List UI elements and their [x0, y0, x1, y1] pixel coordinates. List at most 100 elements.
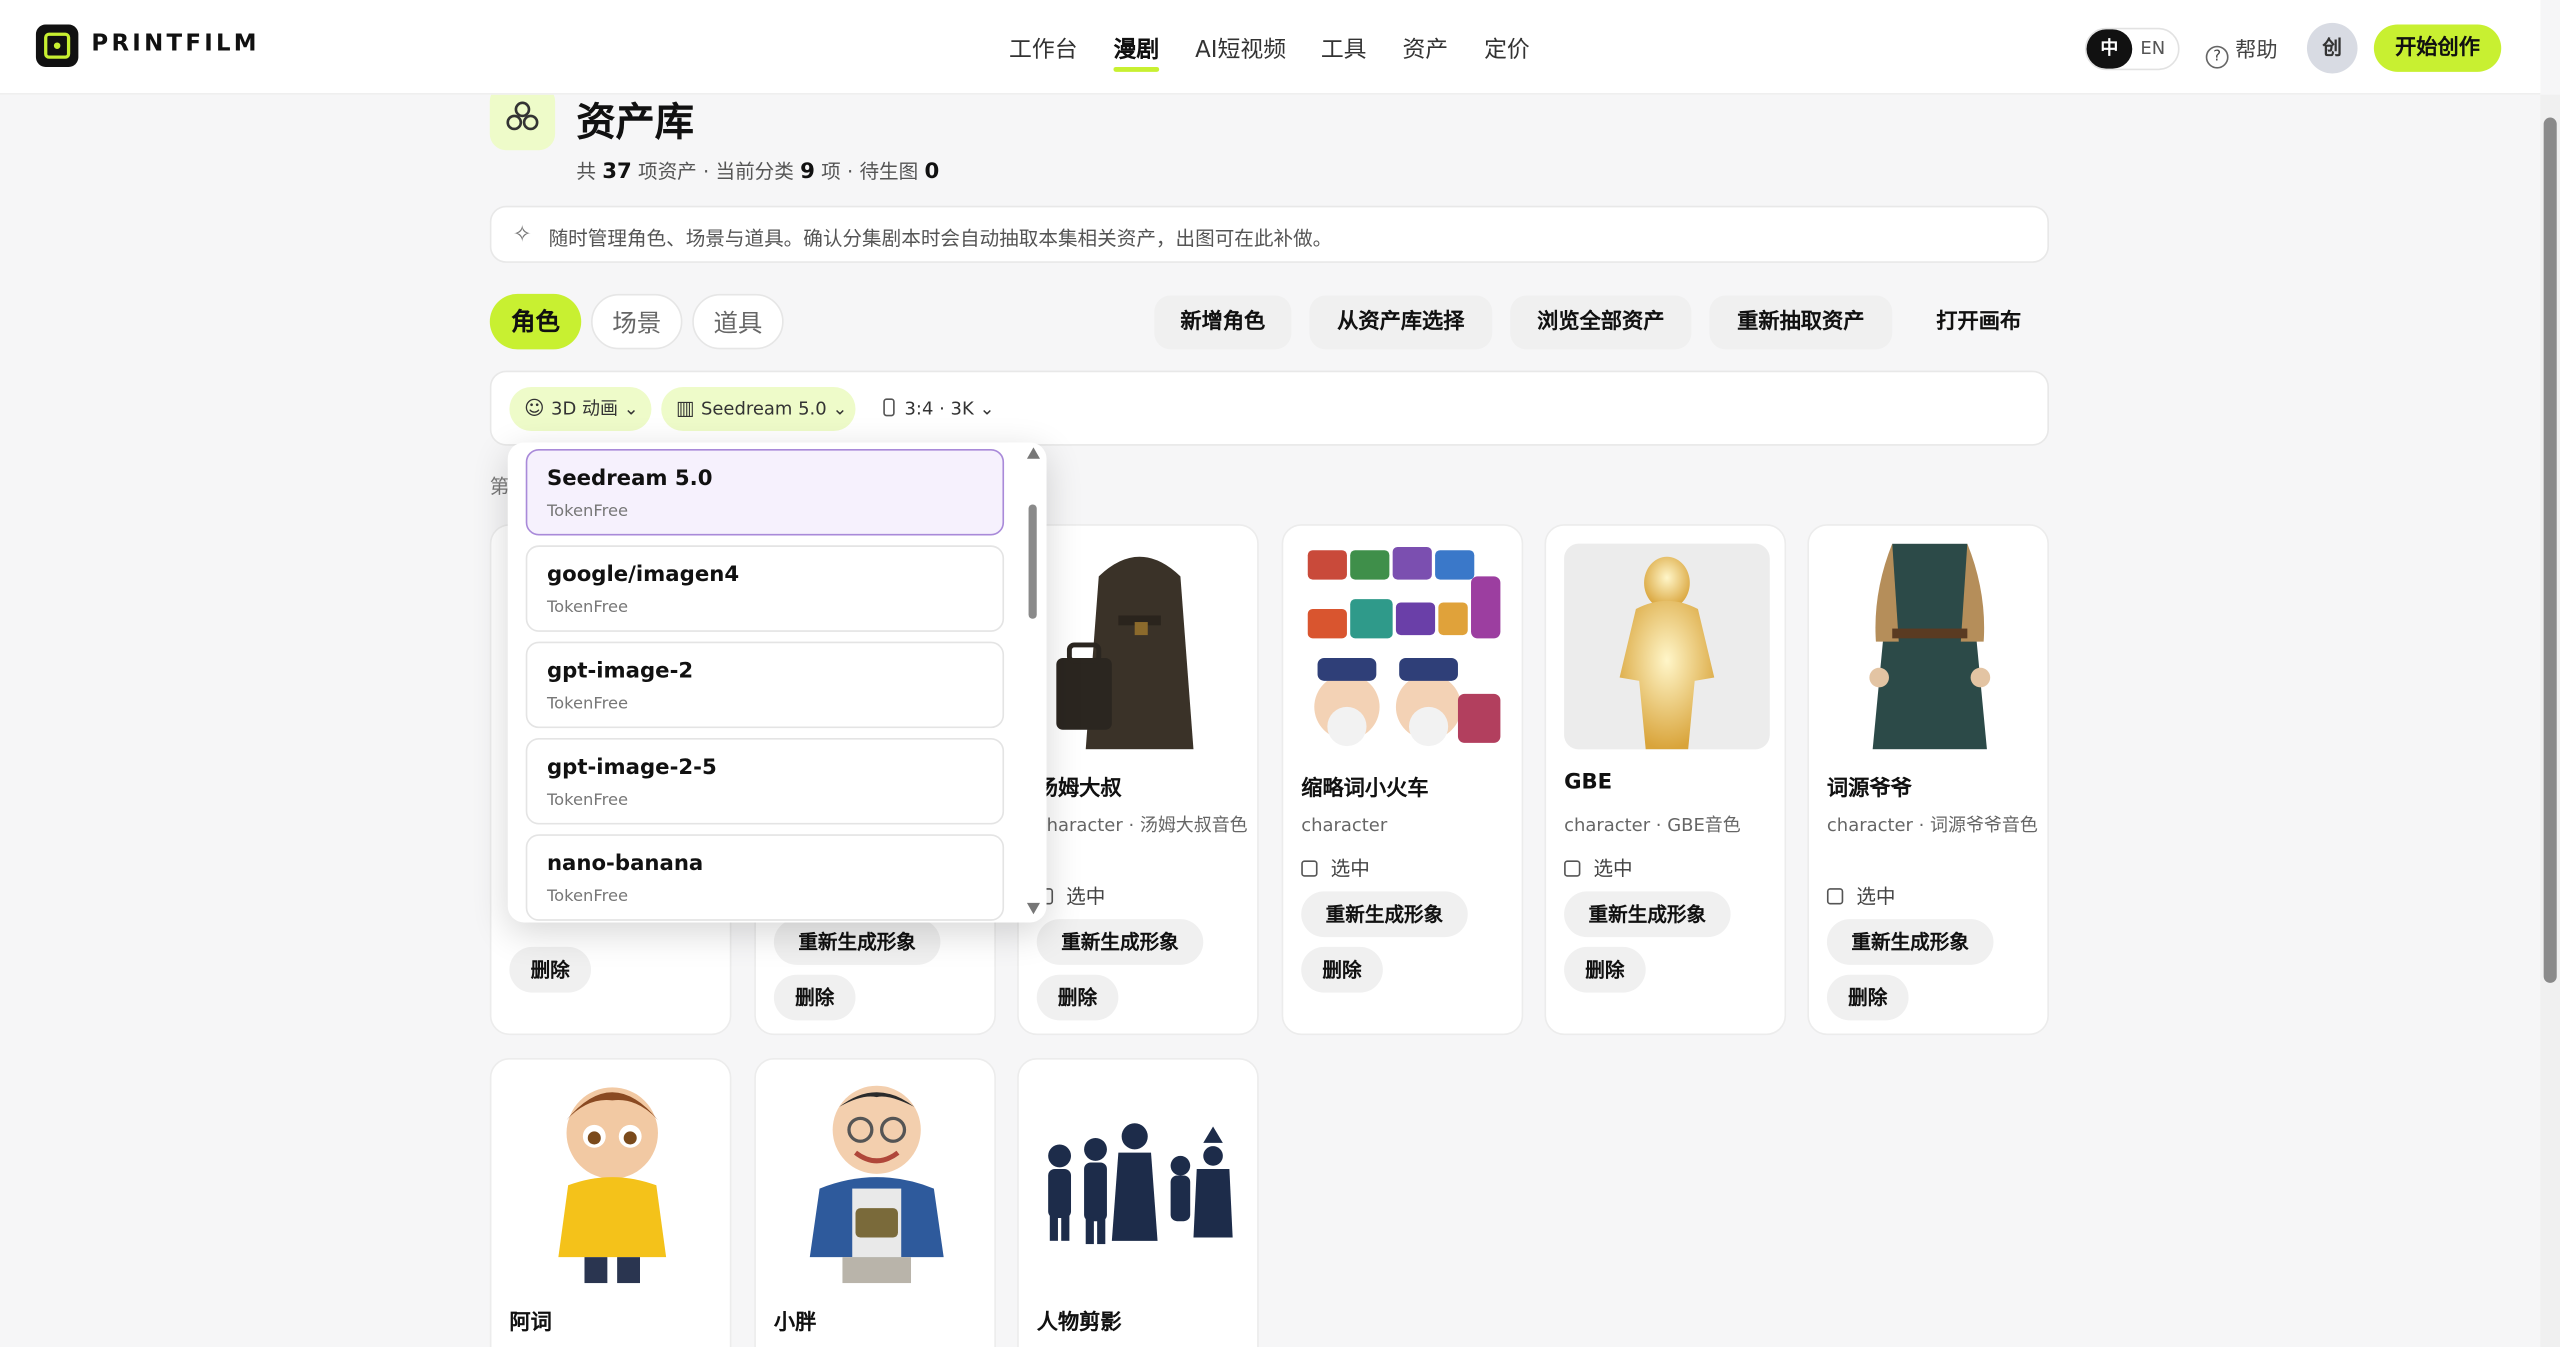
regenerate-button[interactable]: 重新生成形象 [1036, 919, 1204, 965]
tab-characters[interactable]: 角色 [489, 293, 582, 350]
style-value: 3D 动画 [551, 398, 618, 420]
model-option-gpt-image-2-5[interactable]: gpt-image-2-5 TokenFree [525, 737, 1005, 825]
asset-card[interactable]: 缩略词小火车 character 选中 重新生成形象 删除 [1281, 524, 1524, 1036]
model-dropdown-menu: Seedream 5.0 TokenFree google/imagen4 To… [507, 442, 1047, 923]
asset-meta: character [1301, 814, 1388, 836]
select-label: 选中 [1066, 884, 1106, 908]
scroll-down-arrow-icon[interactable] [1026, 902, 1040, 915]
option-name: google/imagen4 [546, 563, 740, 588]
nav-workbench[interactable]: 工作台 [1009, 33, 1078, 66]
select-checkbox[interactable]: 选中 [1301, 854, 1370, 882]
asset-name: 阿词 [509, 1311, 552, 1336]
asset-name: 词源爷爷 [1826, 777, 1912, 802]
option-provider: TokenFree [546, 791, 629, 810]
re-extract-assets-button[interactable]: 重新抽取资产 [1709, 295, 1893, 350]
nav-comic-drama[interactable]: 漫剧 [1113, 33, 1159, 66]
model-value: Seedream 5.0 [700, 398, 827, 420]
smile-icon: ☺ [524, 396, 545, 420]
asset-image [1036, 1077, 1243, 1284]
delete-button[interactable]: 删除 [509, 946, 592, 993]
logo-icon[interactable] [35, 24, 79, 67]
option-provider: TokenFree [546, 502, 629, 521]
page-title: 资产库 [576, 99, 694, 146]
asset-name: 缩略词小火车 [1301, 777, 1429, 802]
dropdown-scrollbar-thumb[interactable] [1028, 504, 1037, 619]
select-checkbox[interactable]: 选中 [1826, 882, 1896, 910]
delete-button[interactable]: 删除 [1564, 946, 1646, 993]
asset-image [1301, 543, 1507, 750]
tab-props[interactable]: 道具 [692, 293, 784, 350]
info-notice: ✧ 随时管理角色、场景与道具。确认分集剧本时会自动抽取本集相关资产，出图可在此补… [489, 205, 2049, 263]
asset-card[interactable]: GBE character · GBE音色 选中 重新生成形象 删除 [1544, 524, 1787, 1036]
stats-text: 当前分类 [715, 159, 794, 183]
page-scrollbar-thumb[interactable] [2543, 117, 2557, 983]
user-avatar[interactable]: 创 [2306, 22, 2358, 74]
add-character-button[interactable]: 新增角色 [1154, 295, 1292, 350]
browse-all-assets-button[interactable]: 浏览全部资产 [1510, 295, 1692, 350]
brand-name[interactable]: PRINTFILM [91, 31, 259, 57]
style-dropdown[interactable]: ☺ 3D 动画 ⌄ [509, 386, 652, 432]
regenerate-button[interactable]: 重新生成形象 [1301, 891, 1468, 938]
lang-zh-button[interactable]: 中 [2086, 29, 2133, 69]
model-option-seedream[interactable]: Seedream 5.0 TokenFree [525, 448, 1005, 536]
asset-card[interactable]: 小胖 [754, 1057, 996, 1347]
asset-card[interactable]: 词源爷爷 character · 词源爷爷音色 选中 重新生成形象 删除 [1807, 524, 2049, 1036]
asset-card[interactable]: 汤姆大叔 character · 汤姆大叔音色 选中 重新生成形象 删除 [1017, 524, 1259, 1036]
start-create-button[interactable]: 开始创作 [2373, 24, 2502, 72]
option-name: Seedream 5.0 [546, 466, 713, 492]
aspect-ratio-icon [883, 398, 895, 417]
model-option-gpt-image-2[interactable]: gpt-image-2 TokenFree [525, 641, 1005, 729]
scroll-up-arrow-icon[interactable] [1026, 447, 1040, 459]
nav-pricing[interactable]: 定价 [1484, 33, 1530, 66]
model-dropdown[interactable]: ▥ Seedream 5.0 ⌄ [661, 386, 856, 432]
lang-en-button[interactable]: EN [2140, 29, 2165, 68]
delete-button[interactable]: 删除 [1826, 974, 1909, 1021]
regenerate-button[interactable]: 重新生成形象 [1564, 891, 1731, 938]
select-from-library-button[interactable]: 从资产库选择 [1309, 295, 1493, 350]
option-name: gpt-image-2-5 [546, 755, 717, 781]
select-checkbox[interactable]: 选中 [1036, 882, 1106, 910]
language-switch[interactable]: 中 EN [2084, 27, 2180, 71]
resolution-value: 3K [950, 398, 974, 420]
regenerate-button[interactable]: 重新生成形象 [773, 919, 941, 965]
category-count: 9 [800, 159, 815, 185]
nav-assets[interactable]: 资产 [1402, 33, 1448, 66]
option-provider: TokenFree [546, 888, 629, 907]
tab-scenes[interactable]: 场景 [591, 293, 683, 350]
asset-card[interactable]: 阿词 [489, 1057, 732, 1347]
option-name: gpt-image-2 [546, 659, 694, 685]
delete-button[interactable]: 删除 [1036, 974, 1119, 1021]
open-canvas-button[interactable]: 打开画布 [1910, 296, 2047, 350]
option-provider: TokenFree [546, 695, 629, 714]
ratio-resolution-dropdown[interactable]: 3:4 · 3K ⌄ [883, 387, 995, 431]
generation-settings-bar: ☺ 3D 动画 ⌄ ▥ Seedream 5.0 ⌄ 3:4 · 3K ⌄ [489, 370, 2049, 446]
notice-text: 随时管理角色、场景与道具。确认分集剧本时会自动抽取本集相关资产，出图可在此补做。 [548, 226, 1333, 250]
delete-button[interactable]: 删除 [773, 974, 856, 1021]
asset-name: 小胖 [773, 1311, 817, 1336]
pending-count: 0 [924, 159, 940, 185]
sparkle-icon: ✧ [512, 222, 532, 249]
select-label: 选中 [1330, 857, 1370, 880]
chevron-down-icon: ⌄ [979, 398, 995, 420]
stats-text: 共 [576, 159, 596, 183]
help-label: 帮助 [2235, 39, 2278, 64]
nav-tools[interactable]: 工具 [1321, 33, 1367, 66]
model-option-imagen4[interactable]: google/imagen4 TokenFree [525, 545, 1005, 632]
asset-stats: 共 37 项资产 · 当前分类 9 项 · 待生图 0 [576, 159, 940, 185]
help-link[interactable]: ? 帮助 [2205, 33, 2278, 69]
select-label: 选中 [1856, 884, 1896, 908]
asset-name: 人物剪影 [1036, 1311, 1122, 1336]
select-checkbox[interactable]: 选中 [1564, 854, 1633, 882]
bar-chart-icon: ▥ [675, 396, 695, 420]
nav-ai-short-video[interactable]: AI短视频 [1195, 33, 1286, 66]
chevron-down-icon: ⌄ [623, 398, 639, 420]
stats-text: 待生图 [859, 159, 919, 183]
asset-name: GBE [1564, 770, 1613, 796]
asset-card[interactable]: 人物剪影 [1017, 1057, 1259, 1347]
model-option-nano-banana[interactable]: nano-banana TokenFree [525, 834, 1005, 921]
delete-button[interactable]: 删除 [1301, 946, 1383, 993]
regenerate-button[interactable]: 重新生成形象 [1826, 919, 1994, 965]
select-label: 选中 [1593, 857, 1633, 880]
asset-image [1826, 543, 2033, 750]
stats-text: 项资产 [637, 159, 697, 183]
